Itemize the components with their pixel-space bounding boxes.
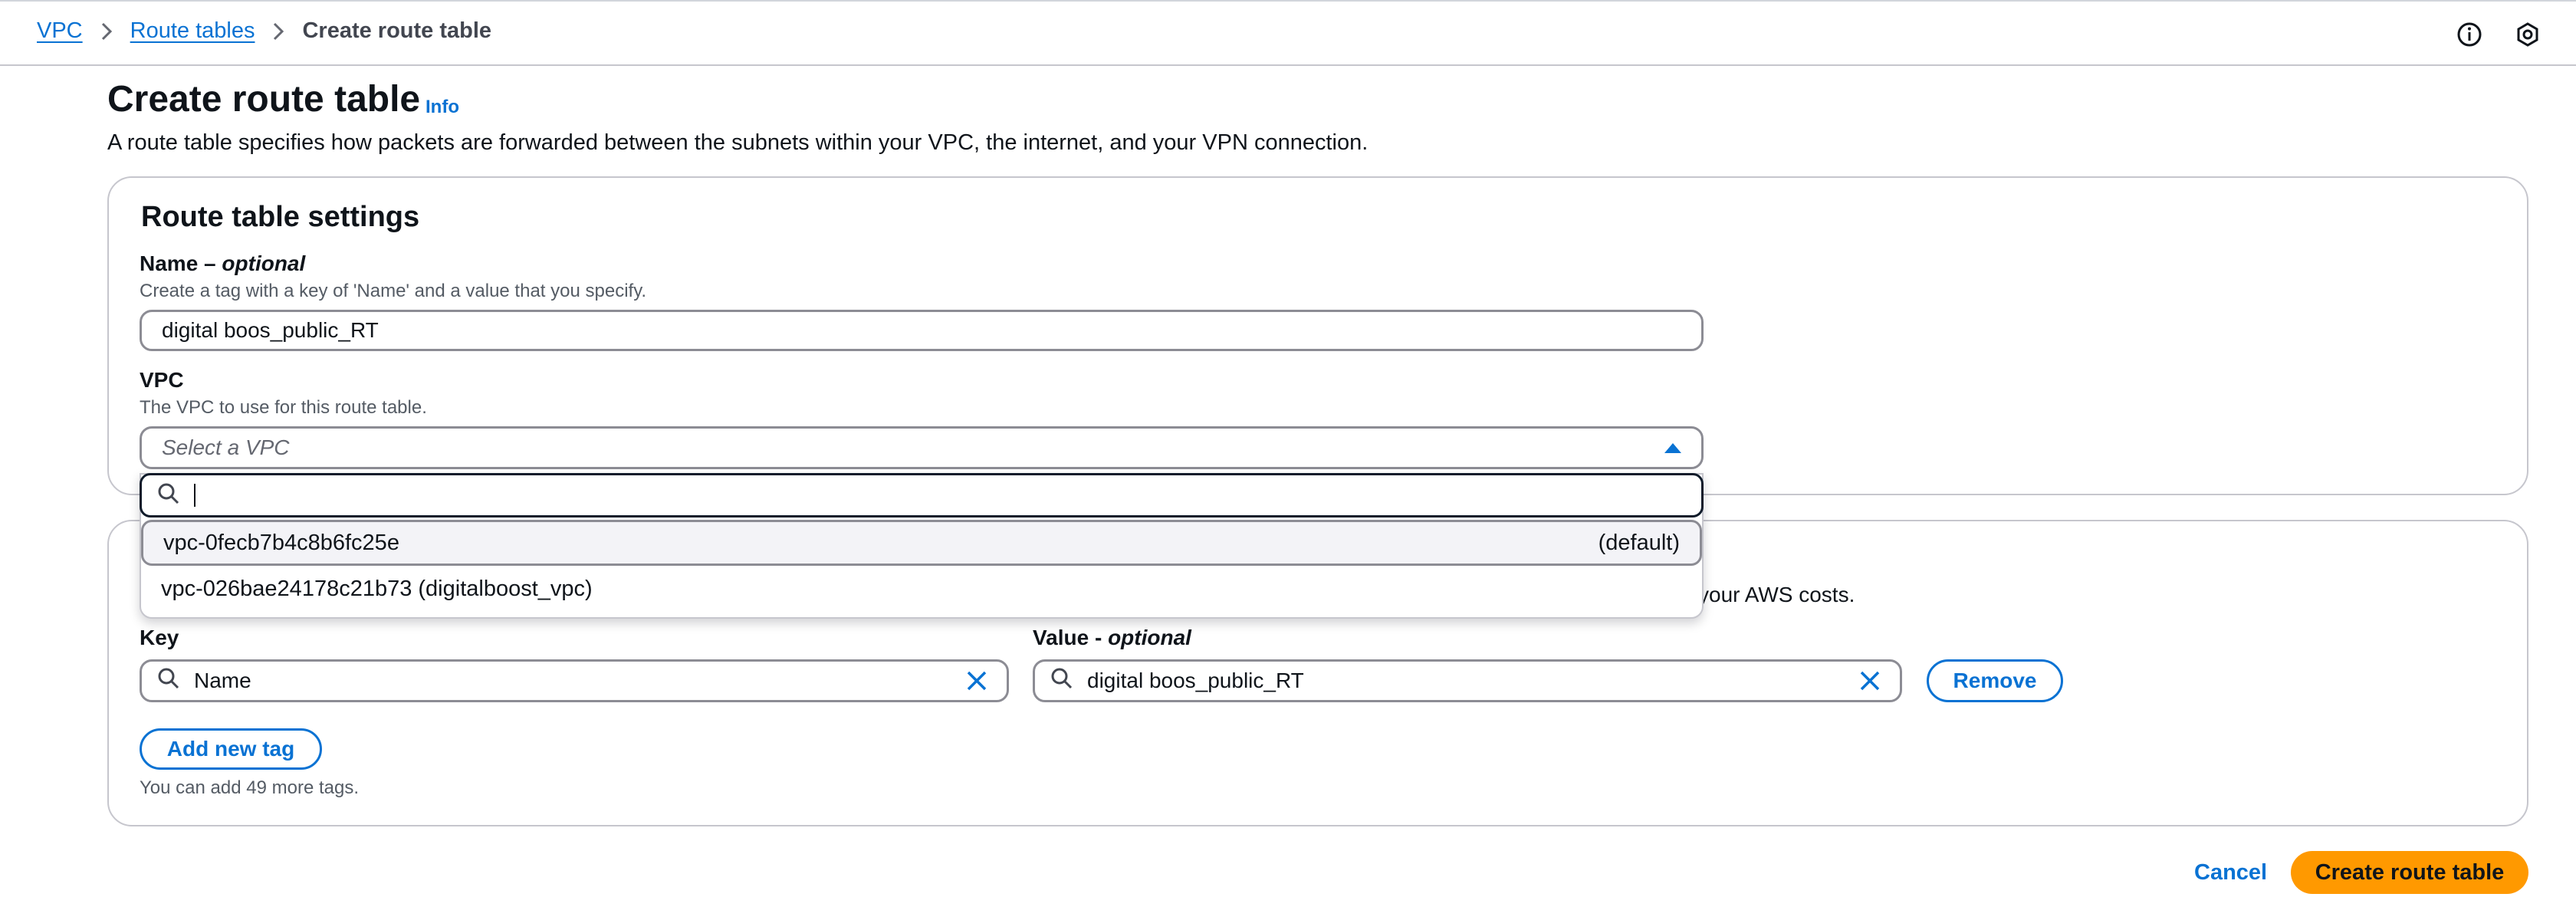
search-icon bbox=[157, 667, 180, 695]
page-title: Create route table bbox=[107, 79, 421, 120]
caret-up-icon bbox=[1664, 442, 1681, 453]
search-icon bbox=[1050, 667, 1073, 695]
cancel-button[interactable]: Cancel bbox=[2194, 860, 2267, 886]
search-icon bbox=[157, 482, 180, 509]
tag-key-input[interactable]: Name bbox=[140, 659, 1009, 702]
page-description: A route table specifies how packets are … bbox=[107, 130, 1368, 155]
clear-value-icon[interactable] bbox=[1857, 668, 1883, 694]
clear-key-icon[interactable] bbox=[964, 668, 990, 694]
value-label: Value - optional bbox=[1033, 626, 1191, 649]
tag-value-input[interactable]: digital boos_public_RT bbox=[1033, 659, 1902, 702]
tags-hint-fragment: your AWS costs. bbox=[1698, 583, 1855, 606]
breadcrumb: VPC Route tables Create route table bbox=[37, 18, 491, 44]
info-circle-icon[interactable] bbox=[2456, 21, 2482, 48]
settings-hexagon-icon[interactable] bbox=[2515, 21, 2541, 48]
vpc-hint: The VPC to use for this route table. bbox=[140, 397, 427, 418]
vpc-option[interactable]: vpc-026bae24178c21b73 (digitalboost_vpc) bbox=[141, 566, 1702, 612]
info-link[interactable]: Info bbox=[426, 97, 459, 118]
settings-heading: Route table settings bbox=[141, 201, 420, 233]
chevron-right-icon bbox=[100, 21, 113, 41]
vpc-search-input[interactable] bbox=[140, 473, 1704, 518]
tag-key-value: Name bbox=[194, 669, 251, 692]
vpc-option-tag: (default) bbox=[1598, 530, 1680, 555]
create-route-table-button[interactable]: Create route table bbox=[2291, 851, 2528, 894]
vpc-option-label: vpc-026bae24178c21b73 (digitalboost_vpc) bbox=[161, 576, 593, 601]
breadcrumb-route-tables[interactable]: Route tables bbox=[130, 18, 255, 44]
vpc-select-placeholder: Select a VPC bbox=[162, 435, 290, 459]
vpc-select[interactable]: Select a VPC bbox=[140, 426, 1704, 469]
chevron-right-icon bbox=[271, 21, 285, 41]
breadcrumb-current: Create route table bbox=[302, 18, 492, 43]
text-cursor bbox=[194, 484, 196, 507]
tag-limit-note: You can add 49 more tags. bbox=[140, 777, 359, 798]
add-new-tag-button[interactable]: Add new tag bbox=[140, 728, 322, 770]
name-input[interactable]: digital boos_public_RT bbox=[140, 310, 1704, 351]
breadcrumb-vpc[interactable]: VPC bbox=[37, 18, 83, 44]
vpc-label: VPC bbox=[140, 368, 184, 392]
top-bar: VPC Route tables Create route table bbox=[0, 0, 2576, 66]
remove-tag-button[interactable]: Remove bbox=[1927, 659, 2063, 702]
name-label: Name – optional bbox=[140, 251, 306, 275]
vpc-option-label: vpc-0fecb7b4c8b6fc25e bbox=[163, 530, 399, 555]
vpc-option[interactable]: vpc-0fecb7b4c8b6fc25e (default) bbox=[141, 520, 1702, 566]
name-hint: Create a tag with a key of 'Name' and a … bbox=[140, 281, 647, 301]
key-label: Key bbox=[140, 626, 179, 649]
tag-value-value: digital boos_public_RT bbox=[1087, 669, 1304, 692]
